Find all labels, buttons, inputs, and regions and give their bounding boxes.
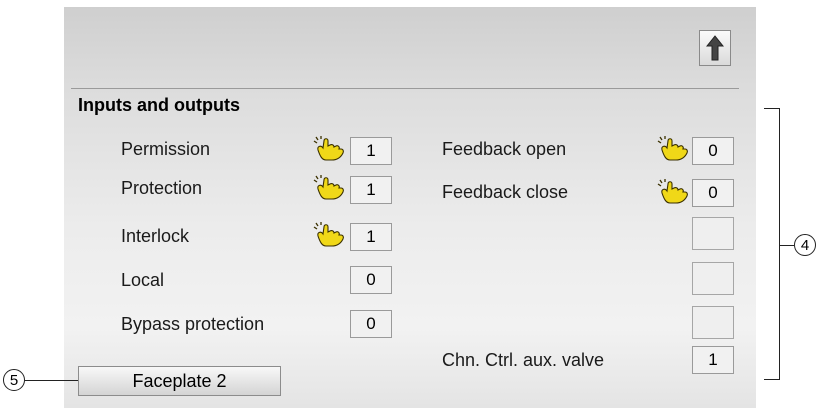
faceplate-2-button[interactable]: Faceplate 2: [78, 366, 281, 396]
bypass-protection-value: 0: [350, 310, 392, 338]
hand-icon[interactable]: [312, 175, 346, 201]
empty-value-box: [692, 306, 734, 339]
local-value: 0: [350, 266, 392, 294]
protection-label: Protection: [121, 178, 203, 198]
hand-icon[interactable]: [312, 222, 346, 248]
empty-value-box: [692, 217, 734, 250]
callout-5-leader: [25, 380, 78, 381]
feedback-close-value: 0: [692, 179, 734, 207]
interlock-value: 1: [350, 223, 392, 251]
local-label: Local: [121, 270, 165, 290]
hand-icon[interactable]: [656, 136, 690, 162]
chn-ctrl-aux-valve-label: Chn. Ctrl. aux. valve: [442, 350, 605, 370]
chn-ctrl-aux-valve-value: 1: [692, 346, 734, 374]
arrow-up-icon: [706, 35, 724, 61]
protection-value: 1: [350, 176, 392, 204]
permission-label: Permission: [121, 139, 211, 159]
feedback-open-label: Feedback open: [442, 139, 567, 159]
hand-icon[interactable]: [312, 136, 346, 162]
section-title: Inputs and outputs: [78, 95, 240, 115]
callout-5: 5: [3, 369, 25, 391]
callout-4-leader: [780, 245, 794, 246]
feedback-open-value: 0: [692, 137, 734, 165]
empty-value-box: [692, 262, 734, 295]
bypass-protection-label: Bypass protection: [121, 314, 265, 334]
bracket-bottom: [764, 379, 780, 380]
navigate-up-button[interactable]: [699, 30, 731, 66]
permission-value: 1: [350, 137, 392, 165]
faceplate-panel: [64, 7, 756, 408]
header-separator: [71, 88, 739, 89]
bracket-vertical: [779, 108, 780, 380]
interlock-label: Interlock: [121, 226, 190, 246]
hand-icon[interactable]: [656, 179, 690, 205]
feedback-close-label: Feedback close: [442, 182, 569, 202]
bracket-top: [764, 108, 780, 109]
callout-4: 4: [794, 234, 816, 256]
